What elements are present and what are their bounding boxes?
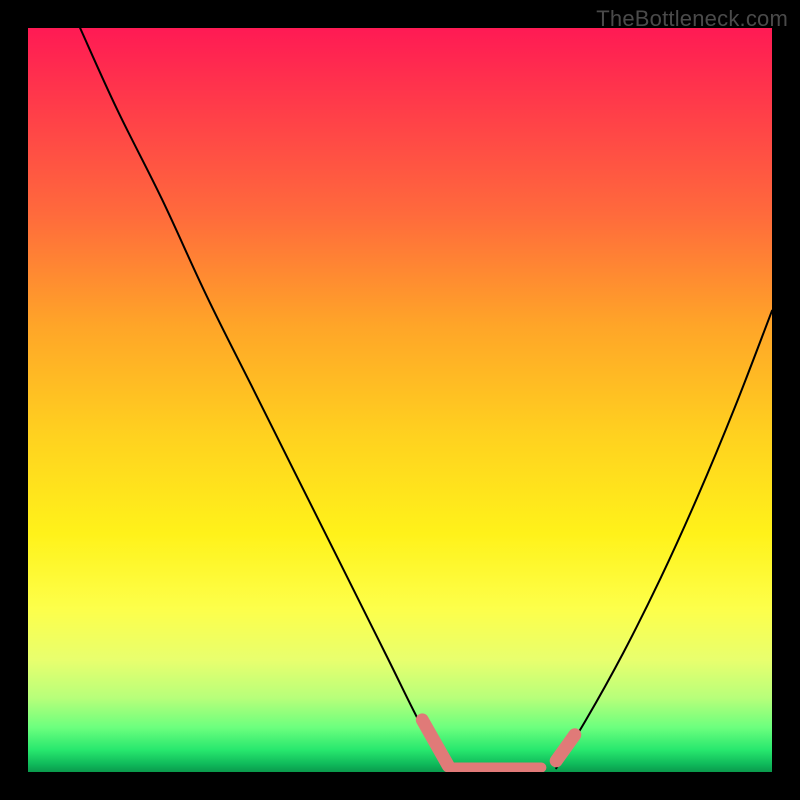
curve-layer xyxy=(28,28,772,772)
watermark-text: TheBottleneck.com xyxy=(596,6,788,32)
chart-frame: TheBottleneck.com xyxy=(0,0,800,800)
highlight-band-right xyxy=(556,735,575,761)
left-curve xyxy=(80,28,448,768)
right-curve xyxy=(556,311,772,769)
plot-area xyxy=(28,28,772,772)
highlight-band-left xyxy=(422,720,448,766)
